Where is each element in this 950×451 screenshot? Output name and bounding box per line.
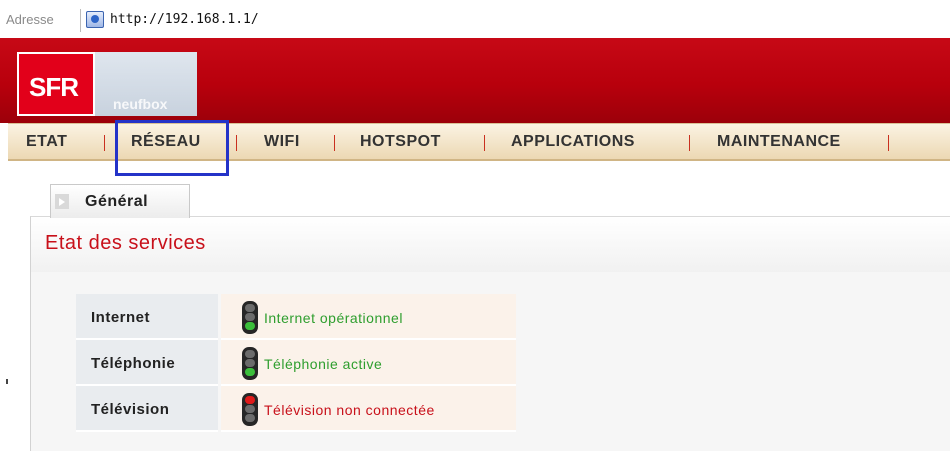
nav-separator [104, 135, 105, 151]
section-title: Etat des services [45, 232, 206, 254]
nav-separator [888, 135, 889, 151]
service-name-cell: Télévision [76, 386, 218, 432]
sfr-neufbox-logo[interactable]: SFR neufbox [17, 52, 197, 116]
ie-page-icon [86, 11, 104, 28]
nav-item-maintenance[interactable]: MAINTENANCE [717, 124, 841, 160]
neufbox-logo-text: neufbox [113, 96, 168, 112]
margin-mark [6, 379, 8, 384]
nav-item-etat[interactable]: ETAT [26, 124, 67, 160]
tab-arrow-icon [55, 194, 69, 209]
service-status: Téléphonie active [264, 356, 383, 372]
service-status-cell: Téléphonie active [221, 340, 516, 386]
nav-separator [236, 135, 237, 151]
nav-item-wifi[interactable]: WIFI [264, 124, 300, 160]
nav-item-hotspot[interactable]: HOTSPOT [360, 124, 441, 160]
nav-item-applications[interactable]: APPLICATIONS [511, 124, 635, 160]
services-table: Internet Internet opérationnel Téléphoni… [76, 294, 516, 432]
nav-separator [334, 135, 335, 151]
service-name-cell: Internet [76, 294, 218, 340]
service-name: Téléphonie [91, 355, 176, 372]
service-name: Télévision [91, 401, 170, 418]
table-row: Internet Internet opérationnel [76, 294, 516, 340]
sfr-logo: SFR [17, 52, 95, 116]
traffic-light-red-icon [242, 393, 258, 426]
service-status: Télévision non connectée [264, 402, 435, 418]
service-name: Internet [91, 309, 151, 326]
tab-general-label: Général [85, 193, 149, 210]
service-status: Internet opérationnel [264, 310, 403, 326]
tab-general[interactable]: Général [50, 184, 190, 218]
site-header: SFR neufbox [0, 38, 950, 123]
address-bar: Adresse http://192.168.1.1/ [0, 0, 950, 40]
table-row: Télévision Télévision non connectée [76, 386, 516, 432]
nav-separator [484, 135, 485, 151]
address-label: Adresse [6, 12, 54, 27]
table-row: Téléphonie Téléphonie active [76, 340, 516, 386]
nav-separator [689, 135, 690, 151]
service-name-cell: Téléphonie [76, 340, 218, 386]
service-status-cell: Télévision non connectée [221, 386, 516, 432]
sfr-logo-text: SFR [29, 72, 79, 102]
neufbox-logo: neufbox [95, 52, 197, 116]
service-status-cell: Internet opérationnel [221, 294, 516, 340]
reseau-highlight-box [115, 120, 229, 176]
traffic-light-green-icon [242, 301, 258, 334]
traffic-light-green-icon [242, 347, 258, 380]
address-url[interactable]: http://192.168.1.1/ [110, 12, 259, 27]
